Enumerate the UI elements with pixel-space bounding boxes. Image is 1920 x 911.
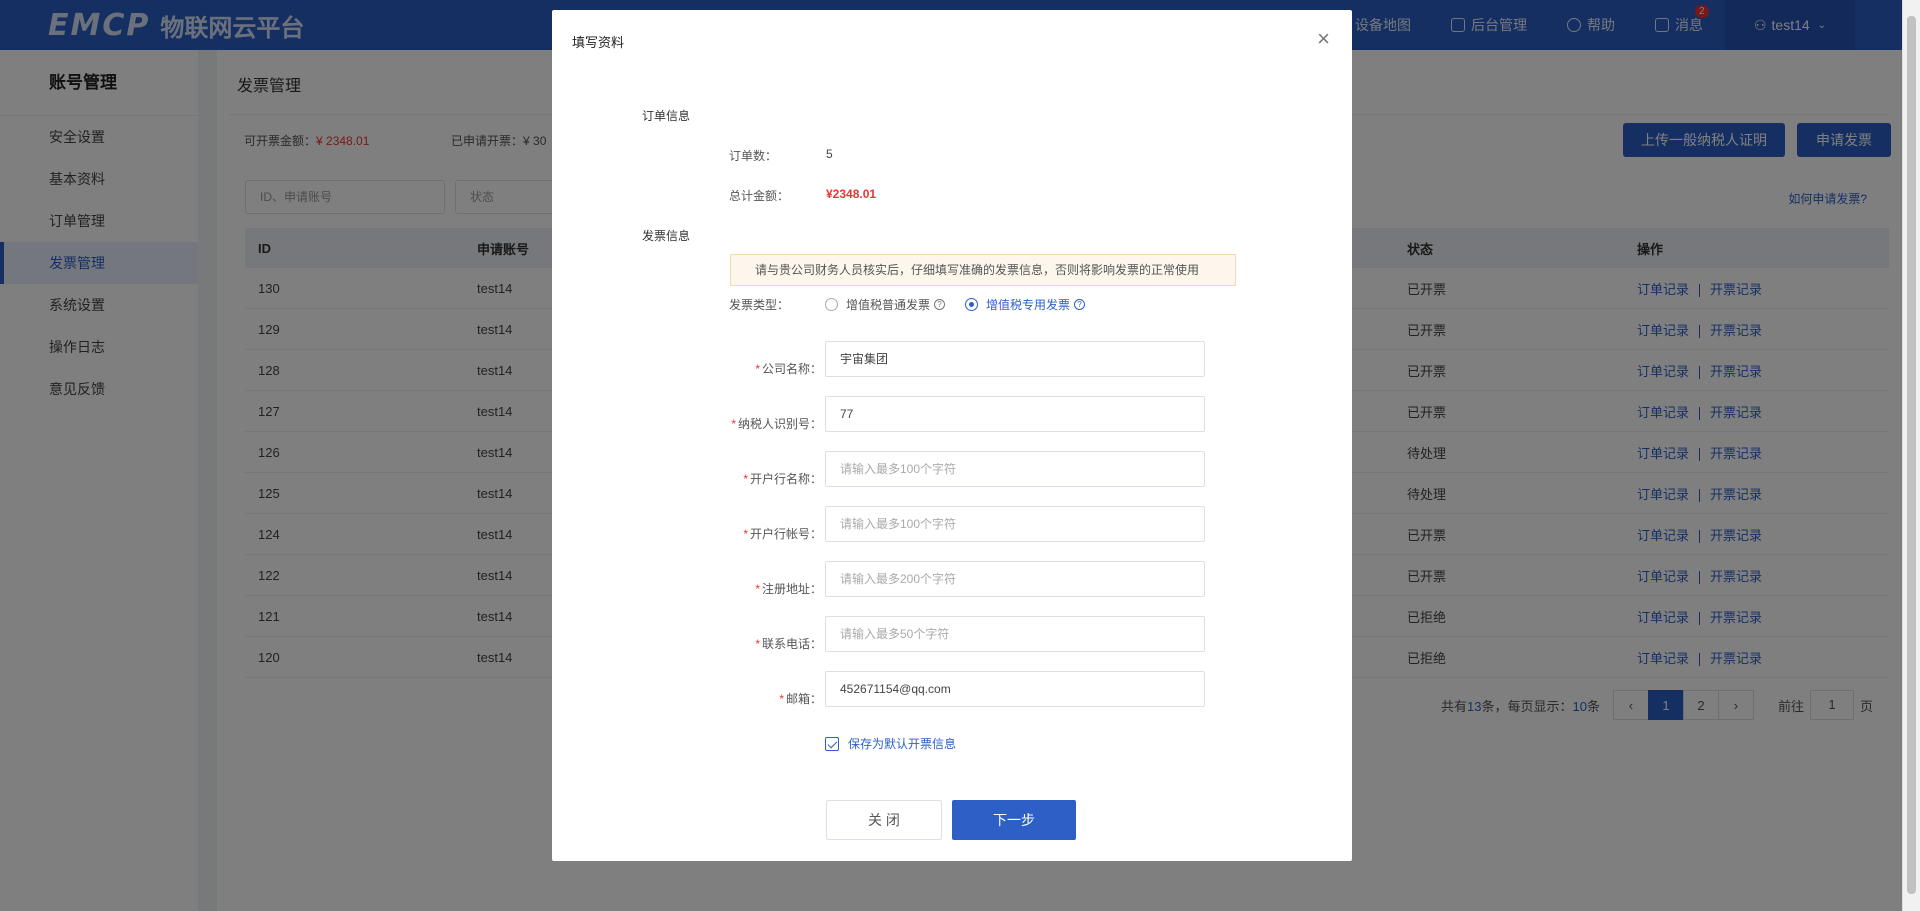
close-button[interactable]: 关 闭 [826, 800, 942, 840]
invoice-type-row: 发票类型： 增值税普通发票 ? 增值税专用发票 ? [729, 296, 1086, 313]
required-mark: * [743, 527, 748, 541]
tax-id-label-text: 纳税人识别号： [737, 417, 822, 431]
tax-id-label: * 纳税人识别号： [712, 415, 822, 432]
address-input[interactable]: 请输入最多200个字符 [825, 561, 1205, 597]
required-mark: * [755, 582, 760, 596]
invoice-section-label: 发票信息 [642, 229, 691, 243]
dialog-title: 填写资料 [572, 35, 625, 50]
page-scrollbar[interactable] [1902, 0, 1920, 911]
total-amount-label: 总计金额： [729, 189, 790, 203]
save-default-label[interactable]: 保存为默认开票信息 [848, 735, 956, 752]
invoice-type-label: 发票类型： [729, 298, 790, 312]
bank-account-input[interactable]: 请输入最多100个字符 [825, 506, 1205, 542]
bank-account-label-text: 开户行帐号： [749, 527, 822, 541]
phone-input[interactable]: 请输入最多50个字符 [825, 616, 1205, 652]
required-mark: * [755, 362, 760, 376]
bank-name-label-text: 开户行名称： [749, 472, 822, 486]
radio-special-invoice[interactable] [965, 298, 979, 311]
save-default-row[interactable]: 保存为默认开票信息 [825, 735, 956, 752]
tax-id-input[interactable]: 77 [825, 396, 1205, 432]
email-label: * 邮箱： [712, 690, 822, 707]
company-name-input[interactable]: 宇宙集团 [825, 341, 1205, 377]
address-label: * 注册地址： [712, 580, 822, 597]
notice-banner: 请与贵公司财务人员核实后，仔细填写准确的发票信息，否则将影响发票的正常使用 [730, 254, 1236, 286]
help-icon[interactable]: ? [934, 299, 946, 310]
scrollbar-thumb[interactable] [1907, 16, 1916, 894]
bank-account-label: * 开户行帐号： [712, 525, 822, 542]
phone-label: * 联系电话： [712, 635, 822, 652]
order-section-label: 订单信息 [642, 109, 691, 123]
required-mark: * [731, 417, 736, 431]
close-icon[interactable]: × [1317, 26, 1330, 52]
save-default-checkbox[interactable] [825, 736, 839, 751]
required-mark: * [755, 637, 760, 651]
modal-overlay[interactable]: 填写资料 × 订单信息 订单数： 5 总计金额： ¥2348.01 发票信息 请… [0, 0, 1920, 911]
next-step-button[interactable]: 下一步 [952, 800, 1076, 840]
email-label-text: 邮箱： [785, 692, 822, 706]
normal-invoice-label[interactable]: 增值税普通发票 [846, 296, 930, 313]
total-amount-value: ¥2348.01 [826, 187, 877, 201]
radio-normal-invoice[interactable] [825, 298, 838, 311]
invoice-info-dialog: 填写资料 × 订单信息 订单数： 5 总计金额： ¥2348.01 发票信息 请… [552, 10, 1352, 861]
bank-name-input[interactable]: 请输入最多100个字符 [825, 451, 1205, 487]
special-invoice-label[interactable]: 增值税专用发票 [986, 296, 1070, 313]
order-count-value: 5 [826, 147, 833, 161]
email-input[interactable]: 452671154@qq.com [825, 671, 1205, 707]
company-name-label: * 公司名称： [712, 360, 822, 377]
help-icon[interactable]: ? [1074, 299, 1086, 310]
phone-label-text: 联系电话： [761, 637, 822, 651]
order-count-label: 订单数： [729, 149, 778, 163]
address-label-text: 注册地址： [761, 582, 822, 596]
bank-name-label: * 开户行名称： [712, 470, 822, 487]
company-name-label-text: 公司名称： [761, 362, 822, 376]
required-mark: * [779, 692, 784, 706]
required-mark: * [743, 472, 748, 486]
